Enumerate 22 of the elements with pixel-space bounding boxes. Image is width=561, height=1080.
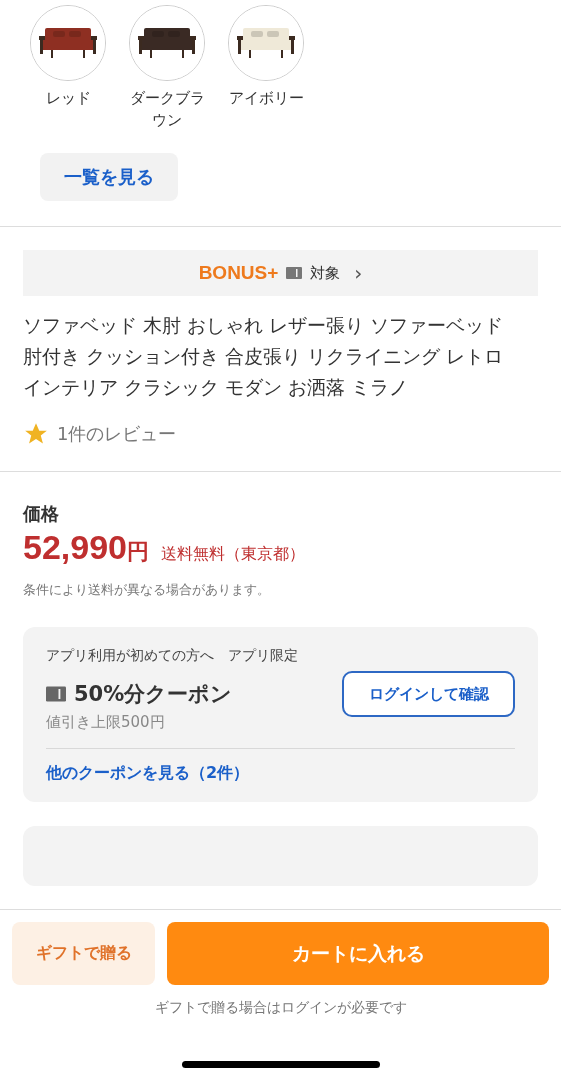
ticket-icon	[46, 686, 66, 702]
coupon-audience: アプリ利用が初めての方へ アプリ限定	[46, 647, 299, 665]
chevron-icon: ›	[354, 261, 363, 285]
shipping-note: 条件により送料が異なる場合があります。	[23, 581, 271, 599]
gift-note: ギフトで贈る場合はログインが必要です	[154, 999, 407, 1017]
product-title: ソファベッド 木肘 おしゃれ レザー張り ソファーベッド肘付き クッション付き 合皮張り リクライニング レトロインテリア クラシック モダン お洒落 ミラノ	[23, 314, 504, 400]
coupon-limit: 値引き上限500円	[46, 713, 166, 732]
ticket-icon	[286, 267, 303, 279]
shipping-text: 送料無料（東京都）	[161, 544, 305, 565]
bonus-banner[interactable]: BONUS+ 対象 ›	[23, 250, 538, 296]
login-button[interactable]: ログインして確認	[342, 671, 515, 717]
bonus-logo: BONUS+	[198, 262, 279, 284]
color-label[interactable]: レッド	[25, 87, 111, 109]
more-coupons-link[interactable]: 他のクーポンを見る（2件）	[46, 763, 250, 782]
color-label[interactable]: ダークブラウン	[124, 87, 210, 131]
price: 52,990円	[23, 528, 149, 567]
price-label: 価格	[23, 502, 60, 526]
review-link[interactable]: 1件のレビュー	[57, 422, 177, 446]
coupon-title: 50%分クーポン	[74, 681, 233, 708]
bonus-label: 対象	[310, 263, 341, 283]
view-all-button[interactable]: 一覧を見る	[40, 153, 178, 201]
color-label[interactable]: アイボリー	[223, 87, 309, 109]
